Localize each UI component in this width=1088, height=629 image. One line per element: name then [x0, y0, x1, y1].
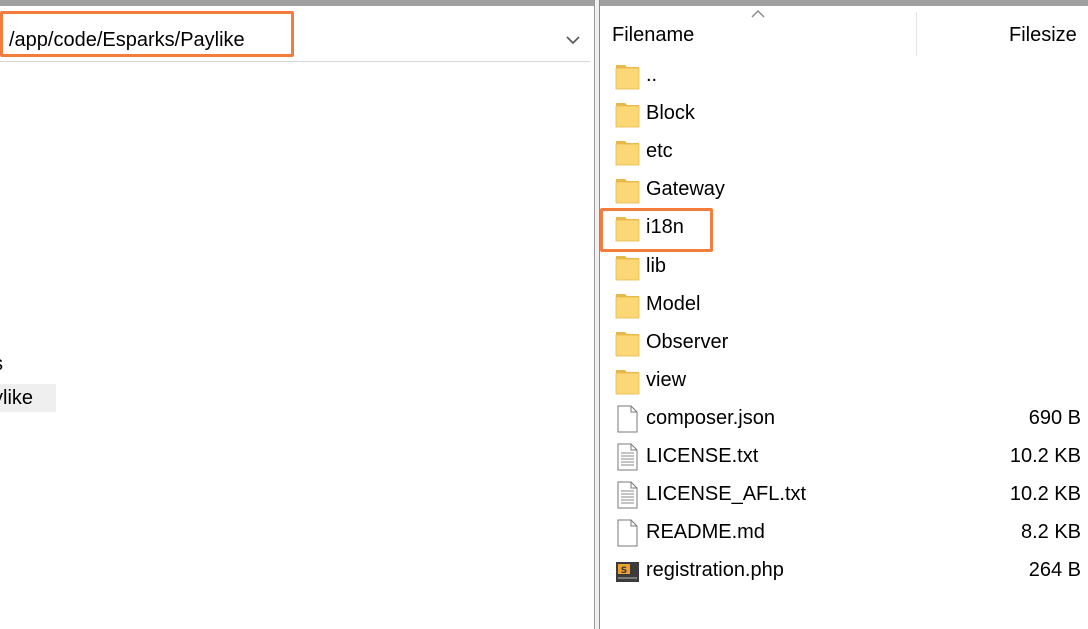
file-row[interactable]: LICENSE_AFL.txt 10.2 KB	[600, 477, 1088, 511]
pane-top-border	[0, 0, 594, 6]
folder-row[interactable]: lib	[600, 249, 1088, 283]
folder-row[interactable]: Block	[600, 96, 1088, 130]
tree-item-label: s	[0, 353, 3, 375]
folder-icon	[615, 290, 640, 320]
file-name: registration.php	[646, 559, 784, 582]
chevron-down-icon[interactable]	[563, 30, 583, 50]
file-size: 690 B	[1028, 406, 1081, 429]
folder-icon	[615, 252, 640, 282]
folder-icon	[615, 366, 640, 396]
file-row[interactable]: composer.json 690 B	[600, 401, 1088, 435]
folder-icon	[615, 137, 640, 167]
column-header-filesize[interactable]: Filesize	[1009, 22, 1077, 48]
file-icon	[615, 404, 640, 434]
column-divider[interactable]	[916, 12, 917, 56]
tree-item-selected[interactable]: ylike	[0, 384, 56, 412]
folder-icon	[615, 61, 640, 91]
local-site-pane: /app/code/Esparks/Paylike s ylike	[0, 0, 594, 629]
text-file-icon	[615, 442, 640, 472]
folder-row[interactable]: view	[600, 363, 1088, 397]
folder-row[interactable]: i18n	[600, 208, 1088, 253]
folder-row[interactable]: ..	[600, 58, 1088, 92]
file-name: README.md	[646, 521, 765, 544]
file-size: 264 B	[1028, 559, 1081, 582]
folder-icon	[615, 175, 640, 205]
file-name: lib	[646, 254, 667, 277]
item-highlight-box	[600, 208, 713, 253]
tree-item-label: ylike	[0, 387, 34, 409]
svg-text:S: S	[621, 566, 627, 576]
text-file-icon	[615, 480, 640, 510]
file-name: ..	[646, 64, 658, 86]
folder-icon	[615, 328, 640, 358]
file-row[interactable]: LICENSE.txt 10.2 KB	[600, 439, 1088, 473]
file-size: 10.2 KB	[1009, 445, 1081, 467]
php-file-icon: S	[615, 556, 640, 586]
file-row[interactable]: README.md 8.2 KB	[600, 515, 1088, 549]
file-name: composer.json	[646, 406, 775, 429]
file-size: 10.2 KB	[1009, 483, 1081, 506]
sort-ascending-icon	[751, 10, 765, 18]
remote-site-pane: Filename Filesize .. Block etc Gateway i18n l…	[600, 0, 1088, 629]
folder-row[interactable]: Observer	[600, 325, 1088, 359]
file-name: view	[646, 368, 687, 391]
path-highlight-box	[0, 11, 294, 57]
file-name: LICENSE.txt	[646, 445, 759, 467]
file-name: Observer	[646, 330, 729, 353]
file-list-header: Filename Filesize	[600, 6, 1088, 56]
folder-icon	[615, 99, 640, 129]
file-name: Model	[646, 292, 701, 315]
file-icon	[615, 518, 640, 548]
file-name: etc	[646, 140, 673, 163]
file-name: Gateway	[646, 178, 725, 201]
tree-item[interactable]: s	[0, 350, 16, 378]
file-row[interactable]: Sregistration.php 264 B	[600, 553, 1088, 587]
folder-row[interactable]: etc	[600, 134, 1088, 168]
file-size: 8.2 KB	[1020, 521, 1081, 544]
folder-row[interactable]: Model	[600, 287, 1088, 321]
file-name: Block	[646, 102, 695, 125]
ftp-client-window: /app/code/Esparks/Paylike s ylike Filena…	[0, 0, 1088, 629]
file-name: LICENSE_AFL.txt	[646, 483, 807, 506]
column-header-filename[interactable]: Filename	[612, 22, 694, 48]
folder-row[interactable]: Gateway	[600, 172, 1088, 206]
